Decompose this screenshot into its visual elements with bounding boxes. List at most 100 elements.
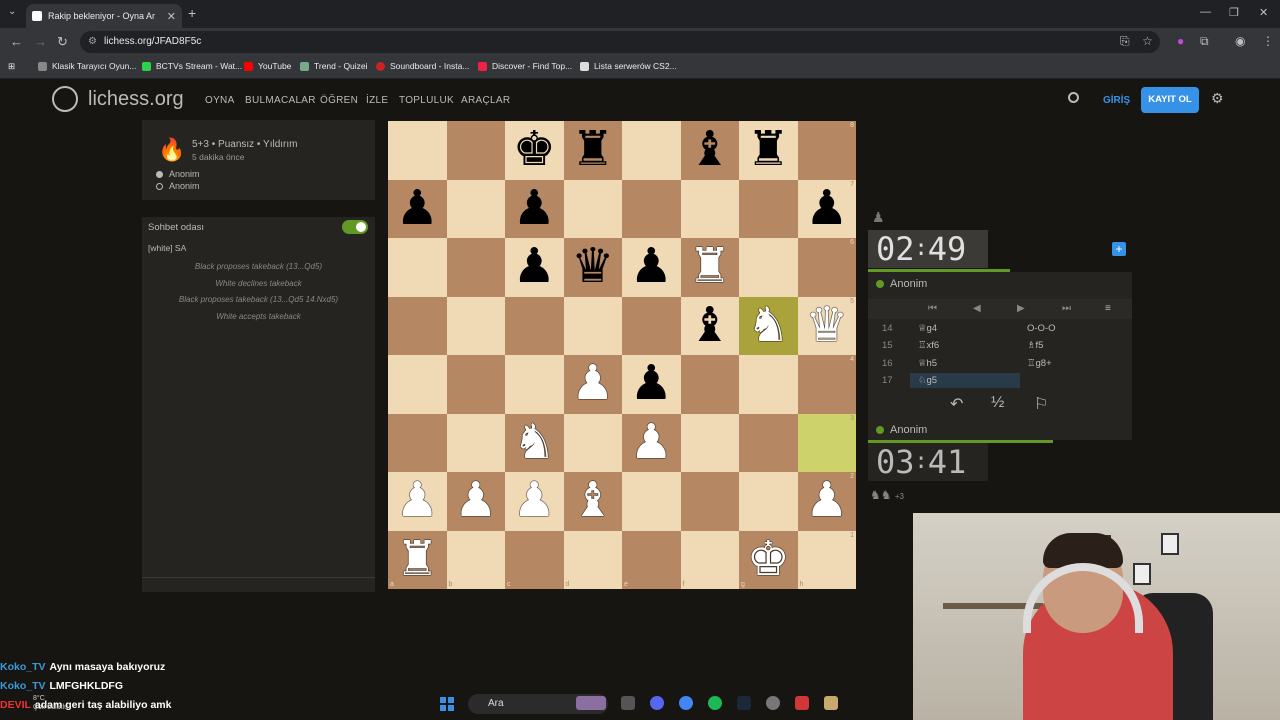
extensions-puzzle-icon[interactable]: ⧉ bbox=[1200, 34, 1209, 49]
white-move[interactable]: ♕g4 bbox=[918, 323, 937, 334]
back-icon[interactable]: ← bbox=[10, 34, 23, 49]
square-h6[interactable]: 6 bbox=[797, 238, 856, 297]
tab-search-icon[interactable]: ⌄ bbox=[8, 6, 16, 17]
bookmark-2[interactable]: BCTVs Stream - Wat... bbox=[142, 61, 242, 71]
square-d8[interactable]: ♜ bbox=[563, 121, 622, 180]
task-view-icon[interactable] bbox=[621, 696, 635, 710]
square-h3[interactable]: 3 bbox=[797, 413, 856, 472]
square-f7[interactable] bbox=[680, 179, 739, 238]
chat-input[interactable] bbox=[142, 577, 375, 578]
nav-learn[interactable]: ÖĞREN bbox=[320, 95, 358, 106]
black-rook-icon[interactable]: ♜ bbox=[747, 126, 790, 174]
square-a3[interactable] bbox=[388, 413, 447, 472]
square-g1[interactable]: ♚ g bbox=[739, 530, 798, 589]
black-bishop-icon[interactable]: ♝ bbox=[688, 301, 731, 350]
square-f4[interactable] bbox=[680, 355, 739, 414]
square-d5[interactable] bbox=[563, 296, 622, 355]
square-a7[interactable]: ♟ bbox=[388, 179, 447, 238]
white-player[interactable]: Anonim bbox=[156, 169, 200, 179]
square-d3[interactable] bbox=[563, 413, 622, 472]
last-move-icon[interactable]: ⏭ bbox=[1062, 303, 1071, 314]
black-pawn-icon[interactable]: ♟ bbox=[513, 243, 556, 291]
square-h1[interactable]: 1h bbox=[797, 530, 856, 589]
riot-icon[interactable] bbox=[795, 696, 809, 710]
square-e3[interactable]: ♟ bbox=[622, 413, 681, 472]
square-f3[interactable] bbox=[680, 413, 739, 472]
square-g2[interactable] bbox=[739, 472, 798, 531]
white-pawn-icon[interactable]: ♟ bbox=[630, 418, 673, 467]
chat-toggle[interactable] bbox=[342, 220, 368, 234]
apps-grid-icon[interactable]: ⊞ bbox=[8, 61, 15, 72]
black-pawn-icon[interactable]: ♟ bbox=[513, 184, 556, 233]
steam-icon[interactable] bbox=[737, 696, 751, 710]
resign-flag-button[interactable]: ⚐ bbox=[1034, 394, 1048, 414]
new-tab-icon[interactable]: + bbox=[188, 5, 196, 21]
forward-icon[interactable]: → bbox=[34, 34, 47, 49]
square-g4[interactable] bbox=[739, 355, 798, 414]
black-player[interactable]: Anonim bbox=[156, 181, 200, 191]
square-c1[interactable]: c bbox=[505, 530, 564, 589]
square-a1[interactable]: ♜ a bbox=[388, 530, 447, 589]
bookmark-4[interactable]: Trend - Quizei bbox=[300, 61, 368, 71]
next-move-icon[interactable]: ▶ bbox=[1017, 303, 1025, 314]
bottom-player-name[interactable]: Anonim bbox=[876, 424, 927, 436]
black-rook-icon[interactable]: ♜ bbox=[571, 126, 614, 174]
square-e7[interactable] bbox=[622, 179, 681, 238]
black-pawn-icon[interactable]: ♟ bbox=[396, 184, 439, 233]
maximize-icon[interactable]: ❐ bbox=[1229, 6, 1239, 19]
white-pawn-icon[interactable]: ♟ bbox=[454, 477, 497, 525]
nav-puzzles[interactable]: BULMACALAR bbox=[245, 95, 316, 106]
square-d2[interactable]: ♝ bbox=[563, 472, 622, 531]
square-d4[interactable]: ♟ bbox=[563, 355, 622, 414]
league-icon[interactable] bbox=[824, 696, 838, 710]
black-pawn-icon[interactable]: ♟ bbox=[805, 184, 848, 233]
black-move[interactable]: ♗f5 bbox=[1027, 340, 1043, 351]
prev-move-icon[interactable]: ◀ bbox=[973, 303, 981, 314]
discord-icon[interactable] bbox=[650, 696, 664, 710]
login-link[interactable]: GİRİŞ bbox=[1103, 95, 1130, 106]
black-pawn-icon[interactable]: ♟ bbox=[630, 243, 673, 291]
reload-icon[interactable]: ↻ bbox=[57, 34, 68, 50]
square-c7[interactable]: ♟ bbox=[505, 179, 564, 238]
square-f8[interactable]: ♝ bbox=[680, 121, 739, 180]
nav-community[interactable]: TOPLULUK bbox=[399, 95, 454, 106]
white-knight-icon[interactable]: ♞ bbox=[747, 301, 790, 350]
square-e2[interactable] bbox=[622, 472, 681, 531]
square-a2[interactable]: ♟ bbox=[388, 472, 447, 531]
white-bishop-icon[interactable]: ♝ bbox=[571, 477, 614, 525]
draw-offer-button[interactable]: ½ bbox=[991, 394, 1004, 412]
url-field[interactable]: ⚙ lichess.org/JFAD8F5c bbox=[80, 31, 1160, 53]
extension-icon[interactable]: ● bbox=[1177, 34, 1184, 48]
square-a8[interactable] bbox=[388, 121, 447, 180]
menu-icon[interactable]: ≡ bbox=[1105, 303, 1111, 314]
square-a5[interactable] bbox=[388, 296, 447, 355]
white-knight-icon[interactable]: ♞ bbox=[513, 418, 556, 467]
square-h5[interactable]: ♛ 5 bbox=[797, 296, 856, 355]
square-h8[interactable]: 8 bbox=[797, 121, 856, 180]
square-h7[interactable]: ♟ 7 bbox=[797, 179, 856, 238]
square-b1[interactable]: b bbox=[446, 530, 505, 589]
white-rook-icon[interactable]: ♜ bbox=[688, 243, 731, 291]
white-move[interactable]: ♕h5 bbox=[918, 358, 937, 369]
white-pawn-icon[interactable]: ♟ bbox=[513, 477, 556, 525]
square-g5[interactable]: ♞ bbox=[739, 296, 798, 355]
square-c2[interactable]: ♟ bbox=[505, 472, 564, 531]
minimize-icon[interactable]: — bbox=[1200, 6, 1211, 18]
square-g8[interactable]: ♜ bbox=[739, 121, 798, 180]
top-player-name[interactable]: Anonim bbox=[876, 278, 927, 290]
chrome-icon[interactable] bbox=[679, 696, 693, 710]
square-c3[interactable]: ♞ bbox=[505, 413, 564, 472]
square-e1[interactable]: e bbox=[622, 530, 681, 589]
square-c8[interactable]: ♚ bbox=[505, 121, 564, 180]
black-bishop-icon[interactable]: ♝ bbox=[688, 126, 731, 174]
weather-widget[interactable]: 8°C Çok bulutlu bbox=[33, 694, 68, 712]
chess-board[interactable]: ♚ ♜ ♝ ♜ 8 ♟ ♟ ♟ 7 ♟ ♛ ♟ ♜ 6 ♝ ♞ ♛ 5 ♟ ♟ 4 ♞ ♟ 3 ♟ ♟ ♟ ♝ ♟ 2 ♜ a b c d e f ♚ g 1… bbox=[388, 121, 856, 589]
square-f6[interactable]: ♜ bbox=[680, 238, 739, 297]
lichess-logo-icon[interactable] bbox=[52, 86, 78, 112]
spotify-icon[interactable] bbox=[708, 696, 722, 710]
square-b5[interactable] bbox=[446, 296, 505, 355]
search-icon[interactable] bbox=[1068, 92, 1079, 103]
square-e8[interactable] bbox=[622, 121, 681, 180]
square-b7[interactable] bbox=[446, 179, 505, 238]
black-pawn-icon[interactable]: ♟ bbox=[630, 360, 673, 408]
